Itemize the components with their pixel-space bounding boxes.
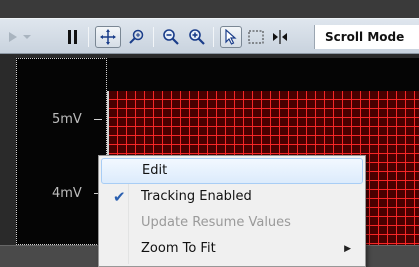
pan-tool-button[interactable]	[95, 26, 121, 48]
menu-item-update-resume-values: Update Resume Values	[101, 210, 363, 236]
play-button[interactable]	[6, 26, 20, 48]
context-menu: Edit ✔ Tracking Enabled Update Resume Va…	[98, 155, 366, 267]
play-dropdown-button[interactable]	[22, 26, 32, 48]
pause-button[interactable]	[66, 26, 80, 48]
scroll-mode-label[interactable]: Scroll Mode	[314, 25, 419, 49]
zoom-in-button[interactable]	[186, 26, 208, 48]
pointer-select-button[interactable]	[220, 26, 242, 48]
zoom-out-button[interactable]	[160, 26, 182, 48]
submenu-arrow-icon: ▶	[344, 244, 351, 254]
y-axis-tick	[94, 119, 102, 120]
zoom-fit-button[interactable]	[126, 26, 148, 48]
menu-item-zoom-to-fit[interactable]: Zoom To Fit ▶	[101, 236, 363, 262]
menu-item-label: Tracking Enabled	[141, 189, 252, 204]
zoom-out-icon	[163, 29, 179, 45]
pan-icon	[100, 29, 116, 45]
pointer-select-icon	[225, 29, 237, 45]
menu-item-tracking-enabled[interactable]: ✔ Tracking Enabled	[101, 184, 363, 210]
menu-item-edit[interactable]: Edit	[101, 158, 363, 184]
menu-item-label: Edit	[142, 163, 168, 178]
y-axis-label-4mv: 4mV	[52, 186, 82, 201]
marquee-select-button[interactable]	[246, 26, 266, 48]
pause-icon	[68, 30, 77, 44]
cursor-split-icon	[273, 30, 287, 44]
toolbar-separator	[88, 27, 89, 47]
menu-item-label: Update Resume Values	[141, 215, 291, 230]
zoom-in-icon	[189, 29, 205, 45]
menu-item-label: Zoom To Fit	[141, 241, 216, 256]
play-icon	[9, 32, 17, 42]
cursor-split-button[interactable]	[270, 26, 290, 48]
toolbar-separator	[213, 27, 214, 47]
title-strip	[0, 0, 419, 18]
toolbar-separator	[153, 27, 154, 47]
zoom-fit-icon	[129, 29, 144, 44]
y-axis-label-5mv: 5mV	[52, 112, 82, 127]
checkmark-icon: ✔	[113, 188, 126, 206]
selection-rectangle	[16, 58, 107, 245]
toolbar: Scroll Mode	[0, 18, 419, 54]
marquee-select-icon	[248, 30, 264, 44]
dropdown-arrow-icon	[23, 35, 31, 39]
